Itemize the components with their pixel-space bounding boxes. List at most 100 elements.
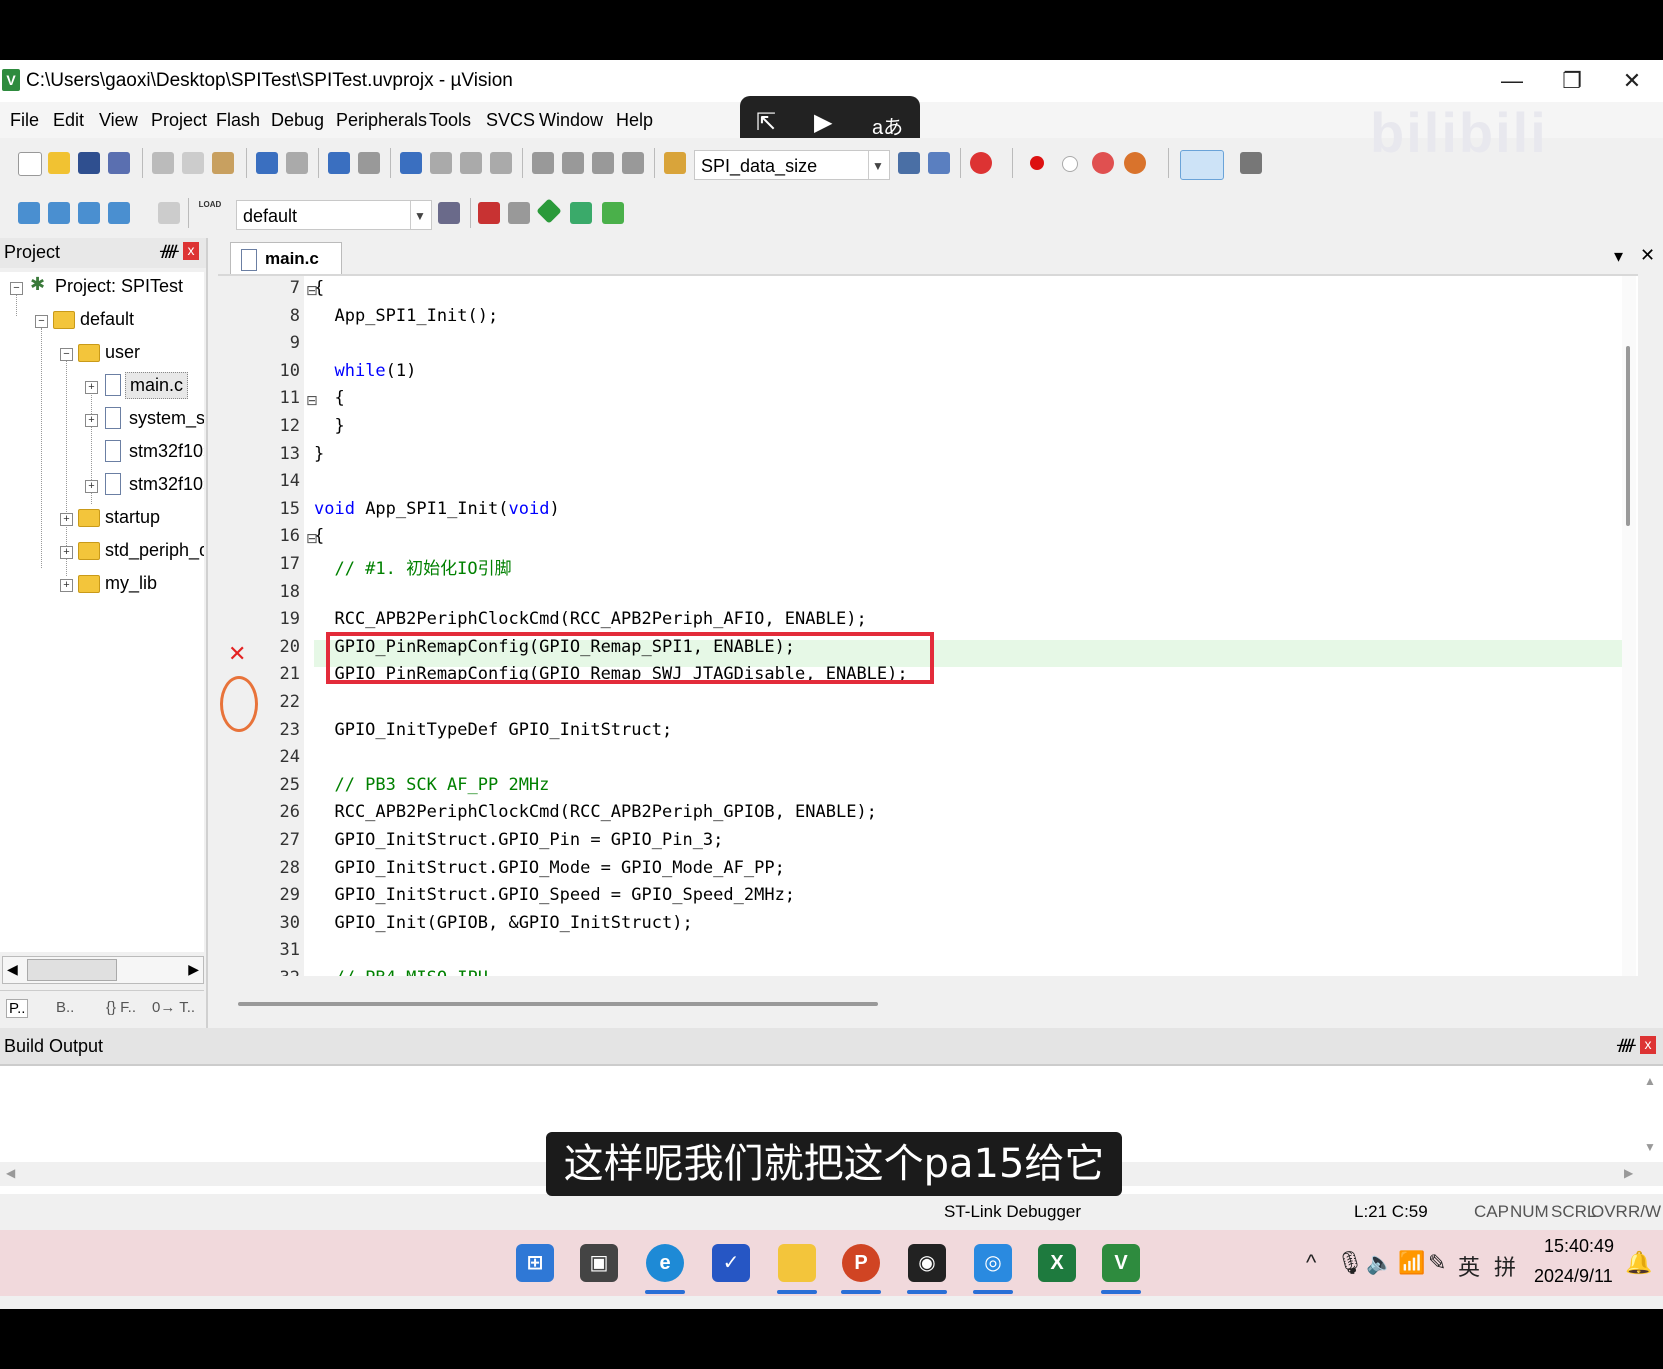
code-line[interactable]: RCC_APB2PeriphClockCmd(RCC_APB2Periph_AF… — [314, 609, 866, 629]
expand-icon[interactable]: + — [60, 546, 73, 559]
prev-bookmark-icon[interactable] — [430, 152, 452, 174]
fold-toggle-icon[interactable]: ⊟ — [306, 392, 318, 409]
menu-view[interactable]: View — [99, 110, 138, 131]
minimize-button[interactable]: — — [1492, 66, 1532, 96]
expand-icon[interactable]: + — [85, 414, 98, 427]
tree-horizontal-scrollbar[interactable]: ◀ ▶ — [2, 956, 204, 984]
screen-recorder-icon[interactable]: ◉ — [908, 1244, 946, 1282]
build-icon[interactable] — [48, 202, 70, 224]
find-combo[interactable]: SPI_data_size ▼ — [694, 150, 890, 180]
bookmark-icon[interactable] — [400, 152, 422, 174]
ime-mode-indicator[interactable]: 拼 — [1494, 1250, 1516, 1282]
clock-time[interactable]: 15:40:49 — [1544, 1236, 1614, 1257]
window-layout-icon[interactable] — [1180, 150, 1224, 180]
close-tab-icon[interactable]: ✕ — [1640, 245, 1655, 266]
file-explorer-icon[interactable] — [778, 1244, 816, 1282]
translate-file-icon[interactable] — [18, 202, 40, 224]
menu-flash[interactable]: Flash — [216, 110, 260, 131]
menu-window[interactable]: Window — [539, 110, 603, 131]
save-icon[interactable] — [78, 152, 100, 174]
ime-language-indicator[interactable]: 英 — [1458, 1250, 1480, 1282]
edge-icon[interactable]: e — [646, 1244, 684, 1282]
find-in-files-icon[interactable] — [664, 152, 686, 174]
keil-uvision-taskbar-icon[interactable]: V — [1102, 1244, 1140, 1282]
menu-svcs[interactable]: SVCS — [486, 110, 535, 131]
record-video-icon[interactable]: ▶ — [814, 108, 832, 137]
tab-list-icon[interactable]: ▾ — [1614, 246, 1623, 267]
scroll-down-icon[interactable]: ▼ — [1644, 1140, 1656, 1154]
close-button[interactable]: ✕ — [1612, 66, 1652, 96]
find-icon[interactable] — [898, 152, 920, 174]
nav-forward-icon[interactable] — [358, 152, 380, 174]
tab-main-c[interactable]: main.c — [230, 242, 342, 275]
undo-icon[interactable] — [256, 152, 278, 174]
excel-icon[interactable]: X — [1038, 1244, 1076, 1282]
debug-session-icon[interactable] — [970, 152, 992, 174]
code-line[interactable]: // PB4 MISO IPU — [314, 968, 488, 976]
volume-icon[interactable]: 🔈 — [1366, 1250, 1393, 1276]
tab-books[interactable]: B.. — [56, 999, 74, 1016]
cut-icon[interactable] — [152, 152, 174, 174]
pen-icon[interactable]: ✎ — [1428, 1250, 1446, 1276]
menu-edit[interactable]: Edit — [53, 110, 84, 131]
menu-tools[interactable]: Tools — [429, 110, 471, 131]
tab-templates[interactable]: 0→ T.. — [152, 999, 195, 1016]
collapse-icon[interactable]: − — [60, 348, 73, 361]
code-line[interactable]: // #1. 初始化IO引脚 — [314, 554, 511, 579]
camera-app-icon[interactable]: ◎ — [974, 1244, 1012, 1282]
breakpoint-icon[interactable] — [1030, 156, 1044, 170]
code-line[interactable]: GPIO_InitStruct.GPIO_Speed = GPIO_Speed_… — [314, 885, 795, 905]
code-line[interactable]: } — [314, 444, 324, 464]
new-file-icon[interactable] — [18, 152, 42, 176]
menu-project[interactable]: Project — [151, 110, 207, 131]
batch-build-icon[interactable] — [108, 202, 130, 224]
close-icon[interactable]: x — [183, 242, 199, 260]
code-line[interactable]: void App_SPI1_Init(void) — [314, 499, 560, 519]
manage-rte-icon[interactable] — [570, 202, 592, 224]
target-combo[interactable]: default ▼ — [236, 200, 432, 230]
expand-icon[interactable]: + — [60, 579, 73, 592]
collapse-icon[interactable]: − — [35, 315, 48, 328]
sw-component-icon[interactable] — [602, 202, 624, 224]
uncomment-icon[interactable] — [622, 152, 644, 174]
nav-back-icon[interactable] — [328, 152, 350, 174]
comment-icon[interactable] — [592, 152, 614, 174]
redo-icon[interactable] — [286, 152, 308, 174]
code-line[interactable]: GPIO_Init(GPIOB, &GPIO_InitStruct); — [314, 913, 692, 933]
save-all-icon[interactable] — [108, 152, 130, 174]
code-line[interactable]: { — [314, 388, 344, 408]
disable-all-breakpoints-icon[interactable] — [1092, 152, 1114, 174]
unindent-icon[interactable] — [562, 152, 584, 174]
todo-icon[interactable]: ✓ — [712, 1244, 750, 1282]
scroll-right-icon[interactable]: ▶ — [1624, 1166, 1633, 1180]
code-editor[interactable]: 7 8 9 10 11 12 13 14 15 16 17 18 19 20 21 22 23 24 25 26 27 2… — [218, 274, 1638, 976]
code-line[interactable]: } — [314, 416, 344, 436]
code-line[interactable]: GPIO_InitTypeDef GPIO_InitStruct; — [314, 720, 672, 740]
paste-icon[interactable] — [212, 152, 234, 174]
restore-button[interactable]: ❐ — [1552, 66, 1592, 96]
kill-breakpoints-icon[interactable] — [1124, 152, 1146, 174]
stop-build-icon[interactable] — [158, 202, 180, 224]
fold-toggle-icon[interactable]: ⊟ — [306, 282, 318, 299]
pin-icon[interactable]: ᚎ — [160, 241, 179, 261]
rebuild-icon[interactable] — [78, 202, 100, 224]
notification-bell-icon[interactable]: 🔔 — [1625, 1250, 1652, 1276]
code-line[interactable]: while(1) — [314, 361, 416, 381]
open-file-icon[interactable] — [48, 152, 70, 174]
scroll-right-icon[interactable]: ▶ — [188, 961, 199, 978]
expand-icon[interactable]: + — [85, 480, 98, 493]
menu-debug[interactable]: Debug — [271, 110, 324, 131]
code-line[interactable]: // PB3 SCK AF_PP 2MHz — [314, 775, 549, 795]
scrollbar-thumb[interactable] — [1626, 346, 1630, 526]
tab-functions[interactable]: {} F.. — [106, 999, 136, 1016]
scroll-up-icon[interactable]: ▲ — [1644, 1074, 1656, 1088]
copy-icon[interactable] — [182, 152, 204, 174]
clear-bookmarks-icon[interactable] — [490, 152, 512, 174]
wifi-icon[interactable]: 📶 — [1398, 1250, 1425, 1276]
scroll-left-icon[interactable]: ◀ — [7, 961, 18, 978]
pin-icon[interactable]: ᚎ — [1617, 1035, 1636, 1055]
pack-installer-icon[interactable] — [536, 198, 562, 224]
task-view-icon[interactable]: ▣ — [580, 1244, 618, 1282]
menu-file[interactable]: File — [10, 110, 39, 131]
chevron-down-icon[interactable]: ▼ — [868, 151, 887, 179]
